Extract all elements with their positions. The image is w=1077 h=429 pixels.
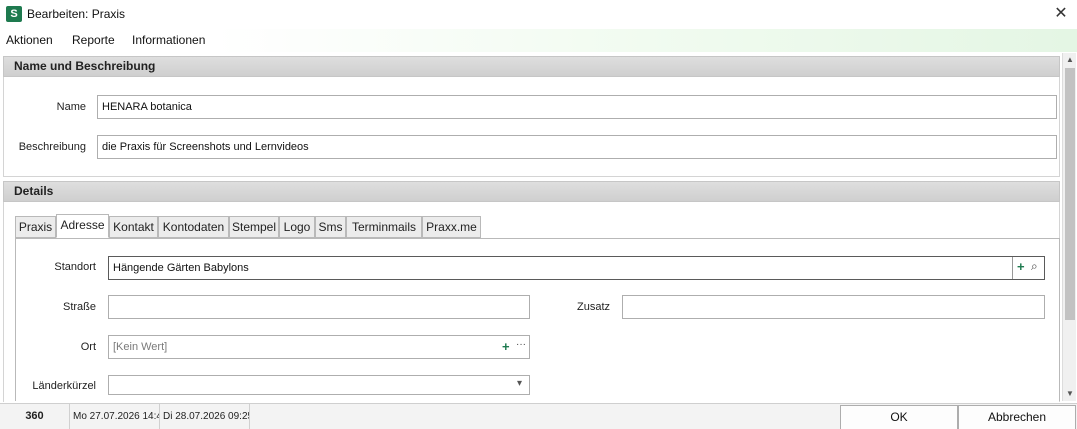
ort-field-placeholder: [Kein Wert] <box>113 341 168 353</box>
section-header-name[interactable]: Name und Beschreibung <box>3 56 1060 77</box>
menu-item-informationen[interactable]: Informationen <box>132 33 205 47</box>
tab-kontakt[interactable]: Kontakt <box>109 216 158 238</box>
chevron-down-icon[interactable]: ▾ <box>517 378 522 389</box>
scroll-thumb[interactable] <box>1065 68 1075 320</box>
tab-praxx-me[interactable]: Praxx.me <box>422 216 481 238</box>
section-header-details[interactable]: Details <box>3 181 1060 202</box>
tab-sms[interactable]: Sms <box>315 216 346 238</box>
scroll-up-icon[interactable]: ▲ <box>1063 53 1077 67</box>
close-icon[interactable]: ✕ <box>1051 4 1071 24</box>
ort-add-icon[interactable]: + <box>502 339 510 354</box>
status-bar: 360 Mo 27.07.2026 14:46 Di 28.07.2026 09… <box>0 403 1077 429</box>
description-label: Beschreibung <box>18 141 86 153</box>
menu-item-reporte[interactable]: Reporte <box>72 33 115 47</box>
name-field[interactable]: HENARA botanica <box>97 95 1057 119</box>
tab-logo[interactable]: Logo <box>279 216 315 238</box>
vertical-scrollbar[interactable]: ▲ ▼ <box>1062 53 1076 401</box>
description-field-value: die Praxis für Screenshots und Lernvideo… <box>102 141 309 153</box>
strasse-label: Straße <box>62 301 96 313</box>
tab-terminmails[interactable]: Terminmails <box>346 216 422 238</box>
menu-item-aktionen[interactable]: Aktionen <box>6 33 53 47</box>
tab-kontodaten[interactable]: Kontodaten <box>158 216 229 238</box>
strasse-field[interactable] <box>108 295 530 319</box>
scroll-down-icon[interactable]: ▼ <box>1063 387 1077 401</box>
ok-button[interactable]: OK <box>840 405 958 429</box>
description-field[interactable]: die Praxis für Screenshots und Lernvideo… <box>97 135 1057 159</box>
name-section-body <box>3 77 1060 177</box>
tab-praxis[interactable]: Praxis <box>15 216 56 238</box>
standort-field-divider <box>1012 257 1013 279</box>
laenderkuerzel-select[interactable] <box>108 375 530 395</box>
zusatz-label: Zusatz <box>576 301 610 313</box>
app-logo-icon: S <box>6 6 22 22</box>
standort-label: Standort <box>54 261 96 273</box>
created-timestamp: Mo 27.07.2026 14:46 <box>70 404 160 429</box>
ort-more-icon[interactable]: ··· <box>516 339 526 350</box>
laenderkuerzel-label: Länderkürzel <box>32 380 96 392</box>
tab-stempel[interactable]: Stempel <box>229 216 279 238</box>
name-label: Name <box>56 101 86 113</box>
ort-field[interactable]: [Kein Wert] <box>108 335 530 359</box>
window-title: Bearbeiten: Praxis <box>27 7 126 21</box>
modified-timestamp: Di 28.07.2026 09:25 <box>160 404 250 429</box>
standort-add-icon[interactable]: + <box>1017 259 1025 274</box>
cancel-button[interactable]: Abbrechen <box>958 405 1076 429</box>
name-field-value: HENARA botanica <box>102 101 192 113</box>
standort-field[interactable]: Hängende Gärten Babylons <box>108 256 1045 280</box>
menu-bar: Aktionen Reporte Informationen <box>0 29 1077 52</box>
title-bar: S Bearbeiten: Praxis ✕ <box>0 0 1077 29</box>
zusatz-field[interactable] <box>622 295 1045 319</box>
standort-field-value: Hängende Gärten Babylons <box>113 262 249 274</box>
tab-adresse[interactable]: Adresse <box>56 214 109 238</box>
ort-label: Ort <box>80 341 96 353</box>
record-id: 360 <box>0 404 70 429</box>
standort-search-icon[interactable]: ⌕ <box>1031 259 1038 274</box>
